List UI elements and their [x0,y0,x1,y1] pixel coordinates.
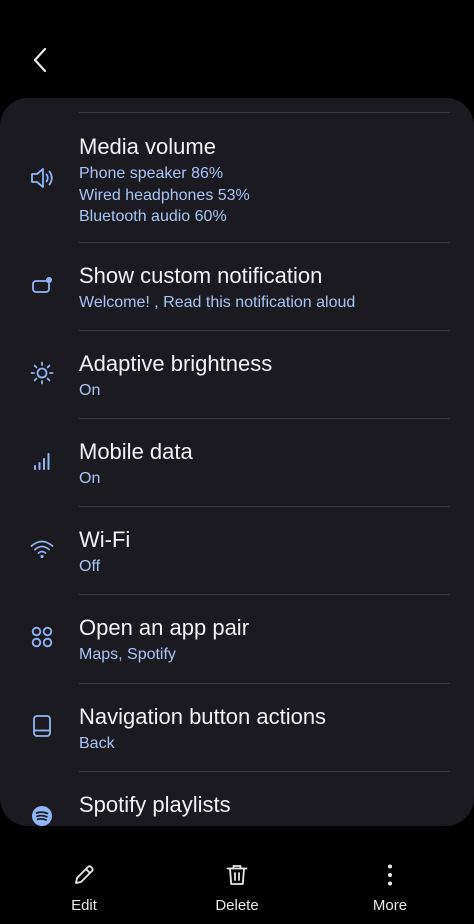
setting-title: Adaptive brightness [79,351,273,376]
setting-title: Show custom notification [79,263,323,288]
setting-subtitle: Off [79,558,101,575]
more-button[interactable]: More [340,862,440,914]
setting-subtitle: Bluetooth audio 60% [79,208,227,225]
divider [79,330,450,331]
setting-title: Wi-Fi [79,527,131,552]
pencil-icon [71,862,97,888]
wifi-icon [28,535,56,563]
divider [79,594,450,595]
setting-subtitle: Maps, Spotify [79,646,176,663]
notification-icon [28,271,56,299]
divider [79,683,450,684]
divider [79,771,450,772]
settings-card: Media volume Phone speaker 86% Wired hea… [0,98,474,826]
more-label: More [372,897,408,914]
divider [79,418,450,419]
trash-icon [224,862,250,888]
more-vertical-icon [377,862,403,888]
setting-subtitle: On [79,382,101,399]
bottom-action-bar: Edit Delete More [0,840,474,924]
setting-title: Media volume [79,134,216,159]
setting-title: Open an app pair [79,615,250,640]
setting-subtitle: Back [79,735,115,752]
setting-subtitle: Wired headphones 53% [79,187,250,204]
divider [79,506,450,507]
setting-title: Mobile data [79,439,193,464]
brightness-icon [28,359,56,387]
setting-subtitle: Welcome! , Read this notification aloud [79,294,356,311]
delete-label: Delete [215,897,259,914]
setting-title: Spotify playlists [79,792,231,817]
chevron-left-icon [31,46,49,74]
edit-label: Edit [71,897,97,914]
edit-button[interactable]: Edit [34,862,134,914]
app-pair-icon [28,623,56,651]
divider [79,242,450,243]
spotify-icon [28,802,56,826]
setting-subtitle: On [79,470,101,487]
navigation-bar-icon [28,712,56,740]
volume-icon [28,164,56,192]
setting-title: Navigation button actions [79,704,327,729]
signal-icon [28,447,56,475]
setting-subtitle: Phone speaker 86% [79,165,224,182]
delete-button[interactable]: Delete [187,862,287,914]
back-button[interactable] [24,44,56,76]
divider [79,112,450,113]
